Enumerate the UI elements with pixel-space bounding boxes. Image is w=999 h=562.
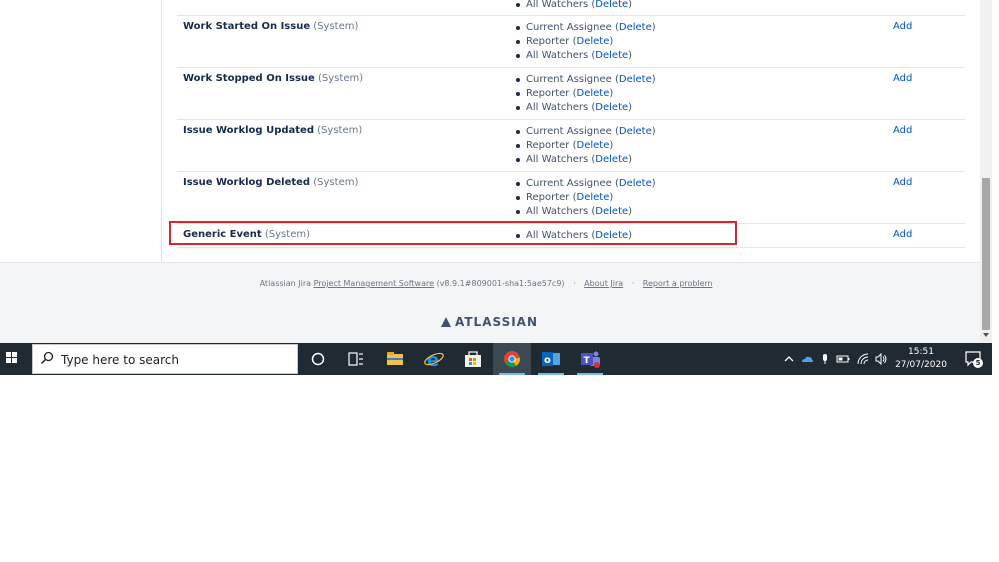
search-placeholder: Type here to search	[61, 353, 179, 367]
delete-link[interactable]: Delete	[619, 178, 652, 189]
notification-item: Reporter (Delete)	[515, 35, 656, 49]
table-row: All Watchers (Delete)	[177, 0, 965, 16]
store-button[interactable]	[454, 343, 492, 375]
delete-link[interactable]: Delete	[595, 102, 628, 113]
notification-item: All Watchers (Delete)	[515, 205, 656, 219]
delete-link[interactable]: Delete	[595, 0, 628, 10]
scroll-down-arrow-icon[interactable]	[983, 333, 989, 337]
event-name: Issue Worklog Deleted (System)	[183, 177, 359, 188]
task-view-icon	[348, 352, 363, 366]
cortana-icon	[311, 352, 325, 366]
delete-link[interactable]: Delete	[577, 192, 610, 203]
atlassian-mark-icon	[441, 317, 451, 327]
clock-time: 15:51	[908, 347, 934, 357]
event-name: Issue Worklog Updated (System)	[183, 125, 363, 136]
windows-logo-icon	[6, 352, 11, 357]
scrollbar-thumb[interactable]	[982, 178, 990, 330]
task-view-button[interactable]	[337, 343, 375, 375]
battery-icon[interactable]	[836, 352, 850, 366]
add-link[interactable]: Add	[893, 21, 912, 32]
notification-list: Current Assignee (Delete) Reporter (Dele…	[515, 177, 656, 219]
about-jira-link[interactable]: About Jira	[584, 279, 623, 288]
wifi-icon[interactable]	[856, 352, 870, 366]
store-bag-icon	[465, 351, 481, 367]
notification-count-badge: 5	[973, 358, 983, 368]
file-explorer-button[interactable]	[376, 343, 414, 375]
report-problem-link[interactable]: Report a problem	[643, 279, 713, 288]
page-footer: Atlassian Jira Project Management Softwa…	[0, 262, 980, 343]
taskbar-search-box[interactable]: Type here to search	[32, 344, 298, 374]
table-row: Issue Worklog Deleted (System) Current A…	[177, 171, 965, 224]
event-name: Work Stopped On Issue (System)	[183, 73, 364, 84]
delete-link[interactable]: Delete	[577, 36, 610, 47]
atlassian-logo: ATLASSIAN	[441, 315, 538, 329]
system-tray: 15:51 27/07/2020 5	[780, 343, 992, 375]
delete-link[interactable]: Delete	[619, 126, 652, 137]
screen: All Watchers (Delete) Work Started On Is…	[0, 0, 999, 562]
chrome-icon	[504, 351, 521, 367]
footer-line: Atlassian Jira Project Management Softwa…	[259, 279, 713, 288]
internet-explorer-icon: e	[424, 350, 444, 371]
delete-link[interactable]: Delete	[619, 74, 652, 85]
outlook-icon: o	[542, 352, 560, 366]
svg-text:o: o	[544, 355, 551, 366]
notification-item: All Watchers (Delete)	[515, 0, 632, 12]
notification-list: Current Assignee (Delete) Reporter (Dele…	[515, 125, 656, 167]
taskbar-clock[interactable]: 15:51 27/07/2020	[893, 346, 949, 372]
delete-link[interactable]: Delete	[595, 50, 628, 61]
windows-taskbar: Type here to search e o T 15:51 27/07/20…	[0, 343, 992, 375]
delete-link[interactable]: Delete	[577, 88, 610, 99]
edge-button[interactable]: e	[415, 343, 453, 375]
event-name: Work Started On Issue (System)	[183, 21, 359, 32]
add-link[interactable]: Add	[893, 229, 912, 240]
teams-icon: T	[581, 351, 600, 368]
clock-date: 27/07/2020	[895, 360, 947, 370]
notification-item: Reporter (Delete)	[515, 191, 656, 205]
add-link[interactable]: Add	[893, 125, 912, 136]
delete-link[interactable]: Delete	[595, 206, 628, 217]
browser-viewport: All Watchers (Delete) Work Started On Is…	[0, 0, 992, 343]
volume-icon[interactable]	[874, 352, 888, 366]
folder-icon	[387, 352, 403, 365]
onedrive-cloud-icon[interactable]	[800, 352, 814, 366]
notification-item: All Watchers (Delete)	[515, 101, 656, 115]
table-row: Work Started On Issue (System) Current A…	[177, 15, 965, 68]
page-scrollbar[interactable]	[980, 0, 992, 343]
notification-item: Current Assignee (Delete)	[515, 177, 656, 191]
teams-button[interactable]: T	[571, 343, 609, 375]
cortana-button[interactable]	[299, 343, 337, 375]
footer-pms-link[interactable]: Project Management Software	[314, 279, 434, 288]
sidebar-panel	[0, 0, 162, 262]
notification-list: Current Assignee (Delete) Reporter (Dele…	[515, 73, 656, 115]
add-link[interactable]: Add	[893, 73, 912, 84]
chevron-up-icon[interactable]	[782, 352, 796, 366]
add-link[interactable]: Add	[893, 177, 912, 188]
search-icon	[40, 351, 54, 365]
delete-link[interactable]: Delete	[577, 140, 610, 151]
action-center-button[interactable]: 5	[965, 349, 983, 368]
start-button[interactable]	[0, 343, 30, 375]
notification-item: Reporter (Delete)	[515, 139, 656, 153]
delete-link[interactable]: Delete	[619, 22, 652, 33]
table-row: Issue Worklog Updated (System) Current A…	[177, 119, 965, 172]
delete-link[interactable]: Delete	[595, 154, 628, 165]
notification-item: Current Assignee (Delete)	[515, 73, 656, 87]
svg-text:T: T	[584, 356, 591, 366]
table-row: Work Stopped On Issue (System) Current A…	[177, 67, 965, 120]
notification-list: All Watchers (Delete)	[515, 0, 632, 12]
notification-item: All Watchers (Delete)	[515, 49, 656, 63]
notification-item: Current Assignee (Delete)	[515, 21, 656, 35]
notification-item: Current Assignee (Delete)	[515, 125, 656, 139]
microphone-icon[interactable]	[818, 352, 832, 366]
highlight-box	[169, 221, 737, 245]
outlook-button[interactable]: o	[532, 343, 570, 375]
notification-item: Reporter (Delete)	[515, 87, 656, 101]
notification-list: Current Assignee (Delete) Reporter (Dele…	[515, 21, 656, 63]
chrome-button[interactable]	[493, 343, 531, 375]
notification-item: All Watchers (Delete)	[515, 153, 656, 167]
